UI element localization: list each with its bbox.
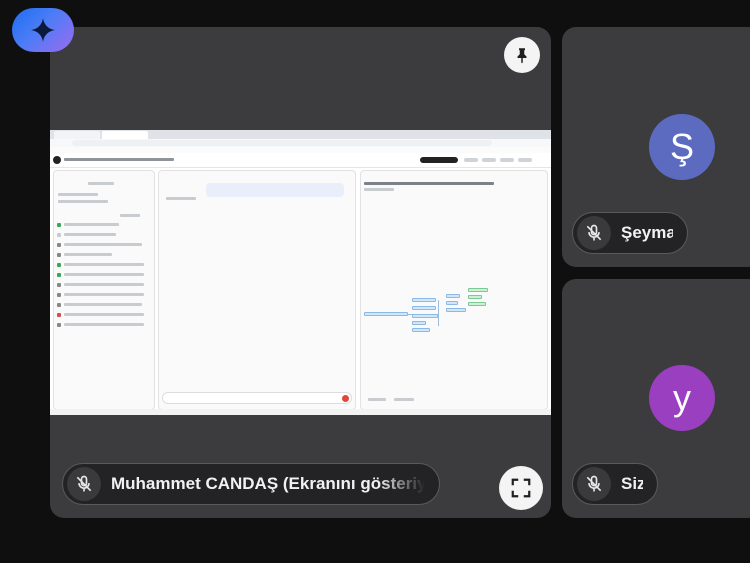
pin-icon [517,48,527,64]
participant-tile-seyma[interactable]: Ş Şeyma [562,27,750,267]
presenter-name: Muhammet CANDAŞ (Ekranını gösteriyor) [111,474,425,493]
send-icon [342,395,349,402]
app-logo-icon [53,156,61,164]
studio-panel [360,170,548,410]
presenter-tile: Muhammet CANDAŞ (Ekranını gösteriyor) [50,27,551,518]
participant-mic-status [577,467,611,501]
mic-off-icon [586,224,602,241]
participant-name-pill: Şeyma [572,212,688,254]
avatar-initial: y [673,377,691,418]
app-dark-button [420,157,458,163]
chat-bubble [206,183,344,197]
avatar-initial: Ş [669,126,694,167]
fullscreen-icon [511,478,531,498]
chat-input-box [162,392,352,404]
sparkle-icon [31,18,55,42]
gemini-button[interactable] [12,8,74,52]
participant-name: Siz [621,474,643,493]
avatar: y [649,365,715,431]
participant-tile-self[interactable]: y Siz [562,279,750,518]
chat-panel [158,170,356,410]
avatar: Ş [649,114,715,180]
mic-off-icon [76,475,92,492]
pin-button[interactable] [504,37,540,73]
browser-tab-bar [50,130,551,139]
participant-mic-status [577,216,611,250]
fullscreen-button[interactable] [499,466,543,510]
presenter-mic-status [67,467,101,501]
presenter-name-pill: Muhammet CANDAŞ (Ekranını gösteriyor) [62,463,440,505]
shared-screen-footer [50,409,551,415]
shared-screen-content [50,130,551,415]
participant-name: Şeyma [621,223,673,242]
mic-off-icon [586,475,602,492]
sources-panel [53,170,155,410]
participant-name-pill: Siz [572,463,658,505]
